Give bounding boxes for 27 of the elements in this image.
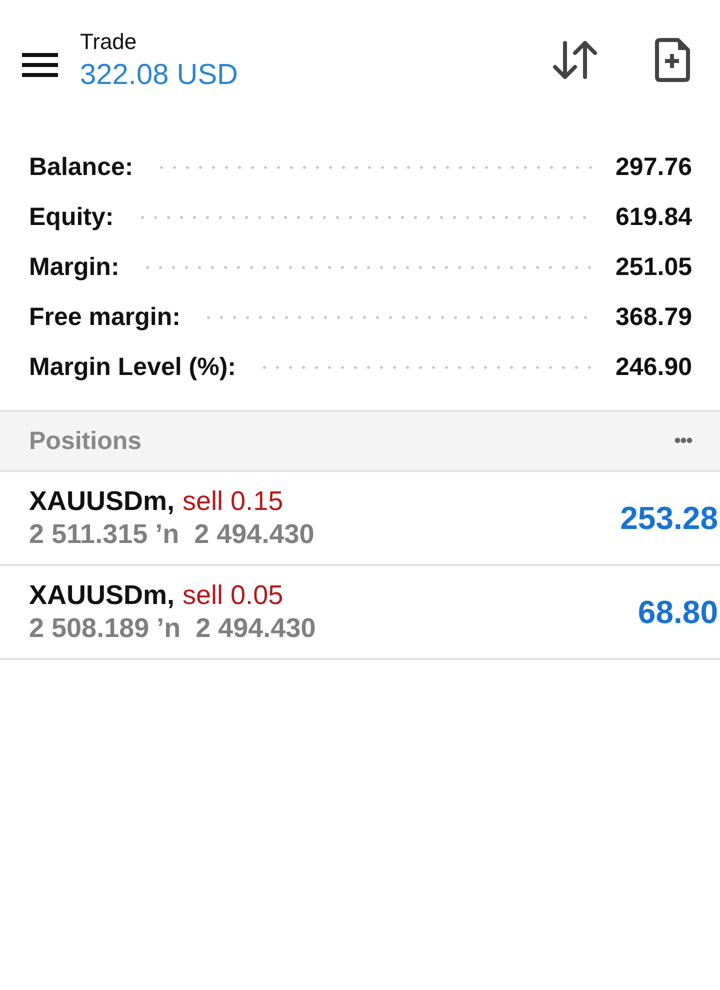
menu-icon[interactable] <box>22 53 58 77</box>
more-button[interactable]: ••• <box>674 430 692 452</box>
sort-icon[interactable] <box>552 40 598 80</box>
summary-label: Equity: <box>29 202 114 232</box>
account-amount: 322.08 USD <box>80 58 239 92</box>
summary-label: Margin Level (%): <box>29 352 236 382</box>
summary-value: 297.76 <box>616 152 692 182</box>
position-order: sell 0.05 <box>182 580 284 611</box>
summary-value: 368.79 <box>616 302 692 332</box>
position-symbol: XAUUSDm, <box>29 580 175 611</box>
section-title: Positions <box>29 426 142 456</box>
position-profit: 68.80 <box>638 594 718 630</box>
screen-title: Trade <box>80 28 138 54</box>
position-symbol: XAUUSDm, <box>29 486 175 517</box>
position-prices: 2 511.315 ʼn 2 494.430 <box>29 519 314 550</box>
summary-label: Free margin: <box>29 302 180 332</box>
position-order: sell 0.15 <box>182 486 284 517</box>
position-prices: 2 508.189 ʼn 2 494.430 <box>29 613 316 644</box>
position-row[interactable]: XAUUSDm, sell 0.15 2 511.315 ʼn 2 494.430 253.28 <box>0 472 720 566</box>
position-row[interactable]: XAUUSDm, sell 0.05 2 508.189 ʼn 2 494.430 68.80 <box>0 566 720 660</box>
summary-value: 251.05 <box>616 252 692 282</box>
summary-label: Balance: <box>29 152 134 182</box>
new-order-icon[interactable] <box>654 38 690 82</box>
position-profit: 253.28 <box>620 500 718 536</box>
summary-label: Margin: <box>29 252 120 282</box>
summary-value: 619.84 <box>616 202 692 232</box>
summary-value: 246.90 <box>616 352 692 382</box>
